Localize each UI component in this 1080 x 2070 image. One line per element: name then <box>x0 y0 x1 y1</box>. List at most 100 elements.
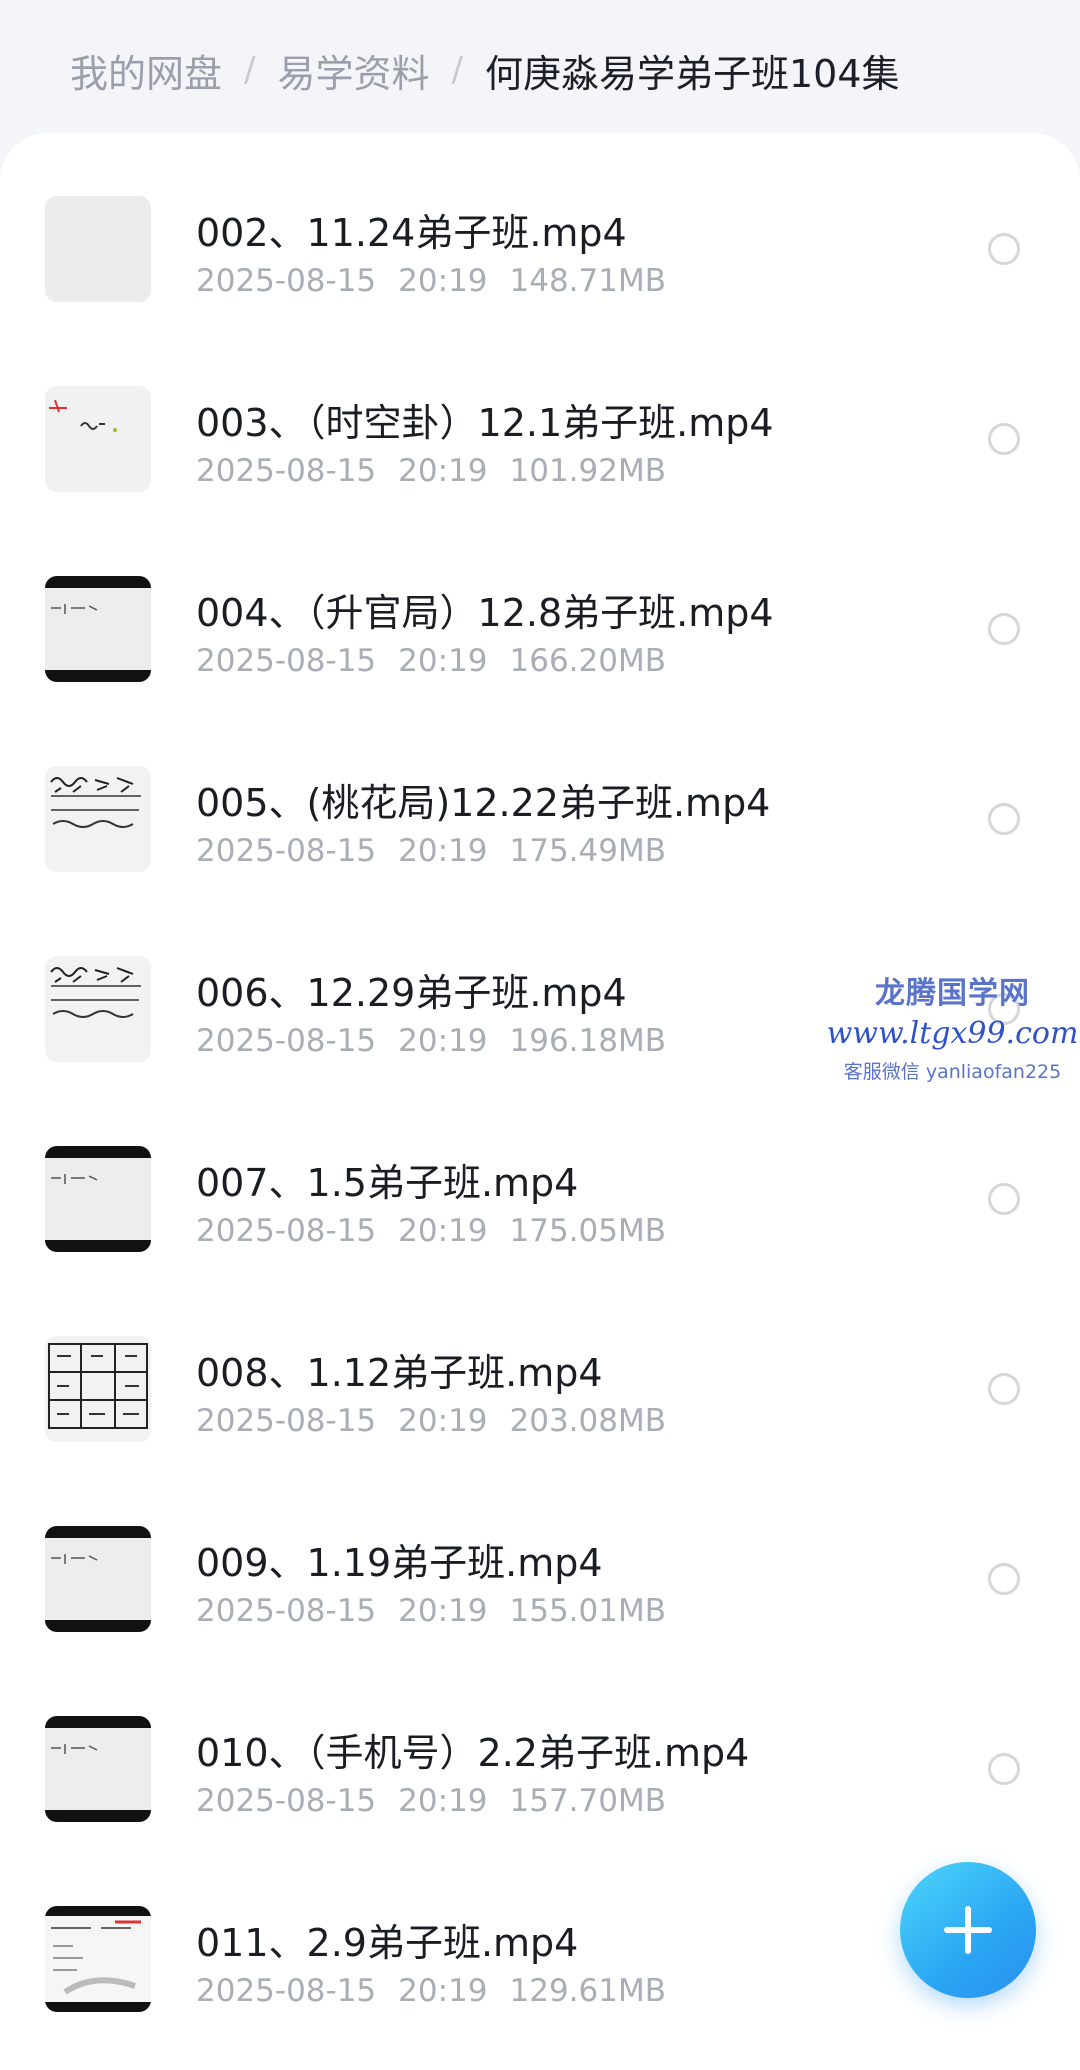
file-row[interactable]: 002、11.24弟子班.mp4 2025-08-15 20:19 148.71MB <box>0 196 1080 386</box>
file-meta: 2025-08-15 20:19 175.49MB <box>196 833 666 869</box>
blank-thumbnail-icon <box>45 196 151 302</box>
file-name: 006、12.29弟子班.mp4 <box>196 971 627 1015</box>
file-list-panel: 002、11.24弟子班.mp4 2025-08-15 20:19 148.71MB 0… <box>0 133 1080 2070</box>
file-row[interactable]: 004、（升官局）12.8弟子班.mp4 2025-08-15 20:19 166.2… <box>0 576 1080 766</box>
file-meta: 2025-08-15 20:19 196.18MB <box>196 1023 666 1059</box>
file-list: 002、11.24弟子班.mp4 2025-08-15 20:19 148.71MB 0… <box>0 196 1080 2070</box>
file-date: 2025-08-15 <box>196 643 377 679</box>
video-thumbnail <box>45 196 151 302</box>
whiteboard-thumbnail-icon <box>45 386 151 492</box>
video-thumbnail <box>45 956 151 1062</box>
file-size: 157.70MB <box>509 1783 666 1819</box>
breadcrumb-separator: / <box>244 50 256 90</box>
file-name: 007、1.5弟子班.mp4 <box>196 1161 579 1205</box>
breadcrumb-current: 何庚淼易学弟子班104集 <box>484 51 900 96</box>
file-row[interactable]: 007、1.5弟子班.mp4 2025-08-15 20:19 175.05MB <box>0 1146 1080 1336</box>
video-thumbnail <box>45 576 151 682</box>
video-thumbnail <box>45 1336 151 1442</box>
select-radio[interactable] <box>988 613 1020 645</box>
file-size: 155.01MB <box>509 1593 666 1629</box>
file-time: 20:19 <box>398 453 488 489</box>
handwriting-thumbnail-icon <box>45 766 151 872</box>
file-name: 011、2.9弟子班.mp4 <box>196 1921 579 1965</box>
letterbox-thumbnail-icon <box>45 1146 151 1252</box>
select-radio[interactable] <box>988 1753 1020 1785</box>
video-thumbnail <box>45 386 151 492</box>
slide-thumbnail-icon <box>45 1906 151 2012</box>
file-date: 2025-08-15 <box>196 833 377 869</box>
select-radio[interactable] <box>988 1563 1020 1595</box>
file-row[interactable]: 010、（手机号）2.2弟子班.mp4 2025-08-15 20:19 157.70… <box>0 1716 1080 1906</box>
file-size: 129.61MB <box>509 1973 666 2009</box>
file-meta: 2025-08-15 20:19 166.20MB <box>196 643 666 679</box>
grid-thumbnail-icon <box>45 1336 151 1442</box>
file-row[interactable]: 005、(桃花局)12.22弟子班.mp4 2025-08-15 20:19 175.… <box>0 766 1080 956</box>
file-name: 005、(桃花局)12.22弟子班.mp4 <box>196 781 771 825</box>
add-button[interactable] <box>900 1862 1036 1998</box>
letterbox-thumbnail-icon <box>45 576 151 682</box>
file-date: 2025-08-15 <box>196 1783 377 1819</box>
file-size: 203.08MB <box>509 1403 666 1439</box>
file-name: 010、（手机号）2.2弟子班.mp4 <box>196 1731 750 1775</box>
watermark: 龙腾国学网 www.ltgx99.com 客服微信 yanliaofan225 <box>825 968 1080 1084</box>
file-size: 175.49MB <box>509 833 666 869</box>
select-radio[interactable] <box>988 1183 1020 1215</box>
file-time: 20:19 <box>398 833 488 869</box>
watermark-title: 龙腾国学网 <box>875 976 1030 1011</box>
select-radio[interactable] <box>988 233 1020 265</box>
file-date: 2025-08-15 <box>196 453 377 489</box>
file-meta: 2025-08-15 20:19 175.05MB <box>196 1213 666 1249</box>
video-thumbnail <box>45 766 151 872</box>
file-date: 2025-08-15 <box>196 1593 377 1629</box>
file-date: 2025-08-15 <box>196 1213 377 1249</box>
letterbox-thumbnail-icon <box>45 1716 151 1822</box>
file-meta: 2025-08-15 20:19 101.92MB <box>196 453 666 489</box>
select-radio[interactable] <box>988 1373 1020 1405</box>
breadcrumb: 我的网盘 / 易学资料 / 何庚淼易学弟子班104集 <box>70 40 900 100</box>
video-thumbnail <box>45 1146 151 1252</box>
file-time: 20:19 <box>398 1783 488 1819</box>
file-date: 2025-08-15 <box>196 1403 377 1439</box>
file-time: 20:19 <box>398 1213 488 1249</box>
file-size: 101.92MB <box>509 453 666 489</box>
file-name: 008、1.12弟子班.mp4 <box>196 1351 603 1395</box>
file-row[interactable]: 009、1.19弟子班.mp4 2025-08-15 20:19 155.01MB <box>0 1526 1080 1716</box>
file-meta: 2025-08-15 20:19 148.71MB <box>196 263 666 299</box>
file-meta: 2025-08-15 20:19 203.08MB <box>196 1403 666 1439</box>
handwriting-thumbnail-icon <box>45 956 151 1062</box>
file-date: 2025-08-15 <box>196 1973 377 2009</box>
watermark-url: www.ltgx99.com <box>826 1016 1079 1051</box>
file-row[interactable]: 003、（时空卦）12.1弟子班.mp4 2025-08-15 20:19 101.9… <box>0 386 1080 576</box>
plus-icon <box>944 1906 992 1954</box>
file-time: 20:19 <box>398 643 488 679</box>
select-radio[interactable] <box>988 423 1020 455</box>
video-thumbnail <box>45 1716 151 1822</box>
select-radio[interactable] <box>988 803 1020 835</box>
file-size: 166.20MB <box>509 643 666 679</box>
letterbox-thumbnail-icon <box>45 1526 151 1632</box>
video-thumbnail <box>45 1906 151 2012</box>
file-name: 004、（升官局）12.8弟子班.mp4 <box>196 591 774 635</box>
watermark-contact: 客服微信 yanliaofan225 <box>843 1061 1062 1083</box>
file-time: 20:19 <box>398 1403 488 1439</box>
file-date: 2025-08-15 <box>196 263 377 299</box>
file-name: 003、（时空卦）12.1弟子班.mp4 <box>196 401 774 445</box>
file-browser-screen: 我的网盘 / 易学资料 / 何庚淼易学弟子班104集 002、11.24弟子班.… <box>0 0 1080 2070</box>
breadcrumb-root[interactable]: 我的网盘 <box>70 43 222 98</box>
file-time: 20:19 <box>398 1593 488 1629</box>
file-time: 20:19 <box>398 1023 488 1059</box>
file-row[interactable]: 008、1.12弟子班.mp4 2025-08-15 20:19 203.08MB <box>0 1336 1080 1526</box>
file-meta: 2025-08-15 20:19 129.61MB <box>196 1973 666 2009</box>
file-size: 196.18MB <box>509 1023 666 1059</box>
file-size: 175.05MB <box>509 1213 666 1249</box>
file-size: 148.71MB <box>509 263 666 299</box>
file-date: 2025-08-15 <box>196 1023 377 1059</box>
file-time: 20:19 <box>398 263 488 299</box>
file-time: 20:19 <box>398 1973 488 2009</box>
breadcrumb-parent[interactable]: 易学资料 <box>277 43 429 98</box>
video-thumbnail <box>45 1526 151 1632</box>
file-name: 009、1.19弟子班.mp4 <box>196 1541 603 1585</box>
file-meta: 2025-08-15 20:19 157.70MB <box>196 1783 666 1819</box>
file-name: 002、11.24弟子班.mp4 <box>196 211 627 255</box>
file-meta: 2025-08-15 20:19 155.01MB <box>196 1593 666 1629</box>
